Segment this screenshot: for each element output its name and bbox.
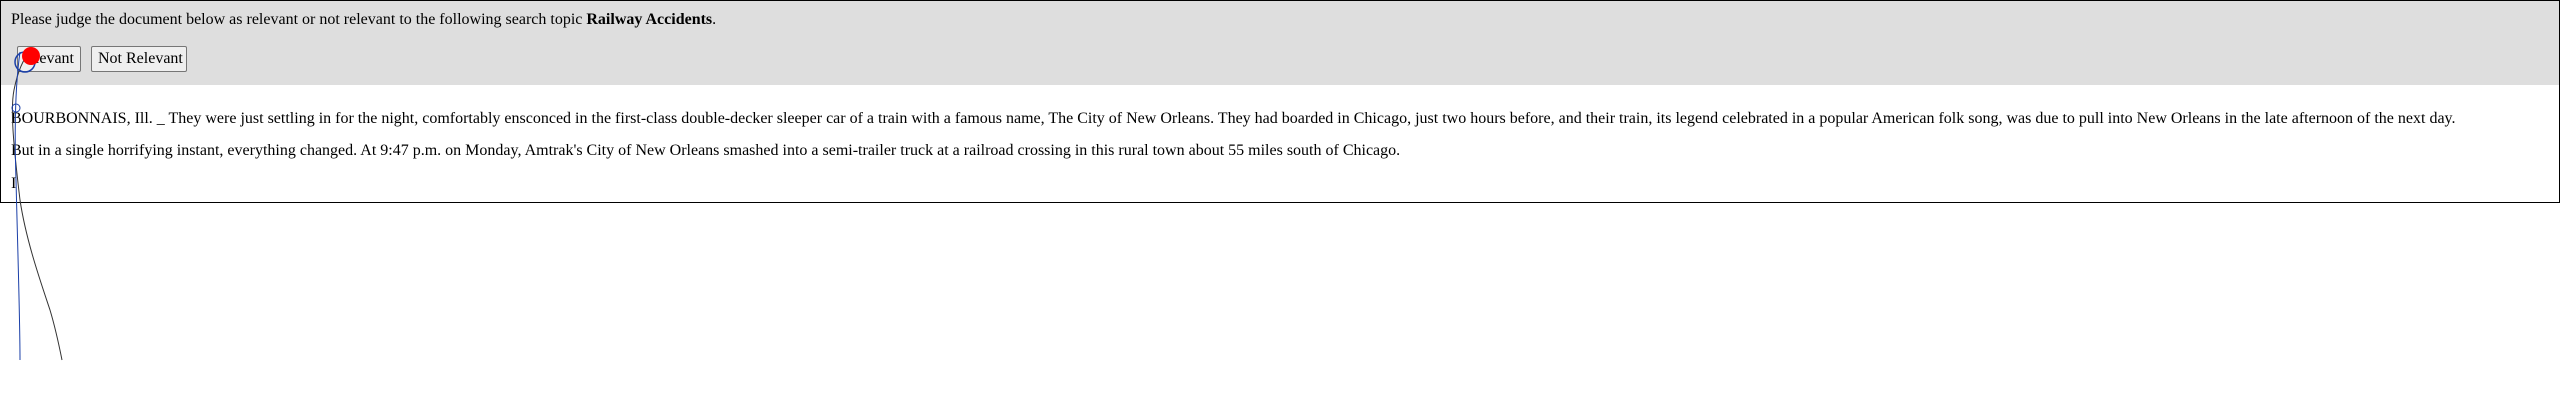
- document-paragraph-3: I: [11, 175, 17, 192]
- document-panel: BOURBONNAIS, Ill. _ They were just settl…: [0, 85, 2560, 203]
- not-relevant-button[interactable]: Not Relevant: [91, 46, 187, 72]
- judgment-prompt: Please judge the document below as relev…: [11, 11, 716, 29]
- relevant-button-label: levant: [34, 50, 74, 67]
- prompt-period: .: [712, 11, 717, 28]
- relevant-button[interactable]: levant: [17, 46, 81, 72]
- prompt-text: Please judge the document below as relev…: [11, 11, 587, 28]
- judgment-panel: Please judge the document below as relev…: [0, 0, 2560, 86]
- document-paragraph-1: BOURBONNAIS, Ill. _ They were just settl…: [11, 110, 2456, 127]
- document-paragraph-2: But in a single horrifying instant, ever…: [11, 142, 1401, 159]
- search-topic: Railway Accidents: [586, 11, 713, 28]
- relevance-judgment-page: Please judge the document below as relev…: [0, 0, 2560, 400]
